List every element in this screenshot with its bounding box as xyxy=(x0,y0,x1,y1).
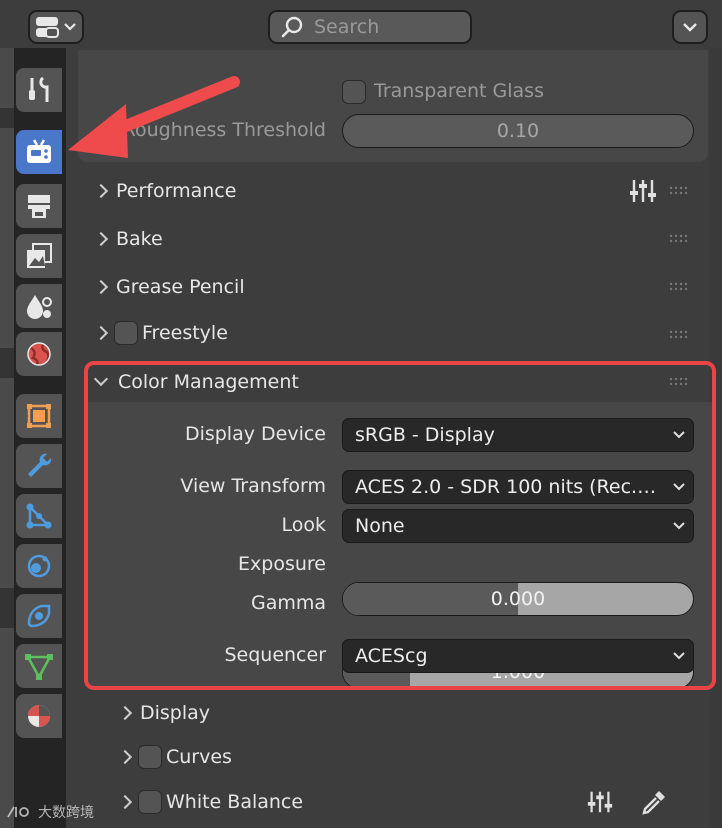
tab-object[interactable] xyxy=(16,394,62,438)
editor-type-button[interactable] xyxy=(28,10,84,44)
options-menu-button[interactable] xyxy=(672,10,708,44)
tab-tool[interactable] xyxy=(16,68,62,112)
annotation-arrow xyxy=(68,76,240,158)
subpanel-title-white-balance: White Balance xyxy=(166,791,304,813)
curves-checkbox[interactable] xyxy=(138,745,162,769)
transparent-glass-label: Transparent Glass xyxy=(374,80,544,102)
drag-grip-icon[interactable] xyxy=(669,234,691,244)
tab-constraints[interactable] xyxy=(16,594,62,638)
panel-header-bake[interactable]: Bake xyxy=(93,226,654,252)
tab-physics[interactable] xyxy=(16,544,62,588)
roughness-threshold-value: 0.10 xyxy=(496,120,540,142)
tool-icon xyxy=(29,76,49,102)
subpanel-title-curves: Curves xyxy=(166,746,232,768)
presets-icon[interactable] xyxy=(628,178,658,204)
drag-grip-icon[interactable] xyxy=(669,330,691,340)
output-icon xyxy=(28,195,50,218)
subpanel-title-display: Display xyxy=(140,702,211,724)
world-icon xyxy=(27,342,51,366)
chevron-right-icon xyxy=(93,325,109,341)
chevron-right-icon xyxy=(117,749,133,765)
mesh-data-icon xyxy=(25,654,53,680)
watermark-text: 大数跨境 xyxy=(38,805,94,821)
search-placeholder: Search xyxy=(314,16,380,38)
panel-title-freestyle: Freestyle xyxy=(142,322,228,344)
white-balance-presets-icon[interactable] xyxy=(586,789,614,815)
transparent-glass-checkbox[interactable] xyxy=(342,80,366,104)
watermark: 大数跨境 xyxy=(6,802,94,822)
chevron-right-icon xyxy=(93,183,109,199)
scene-icon xyxy=(27,295,52,319)
roughness-threshold-slider[interactable]: 0.10 xyxy=(342,114,694,148)
physics-icon xyxy=(27,554,51,578)
panel-title-performance: Performance xyxy=(116,180,237,202)
drag-grip-icon[interactable] xyxy=(669,282,691,292)
particles-icon xyxy=(26,503,52,529)
white-balance-checkbox[interactable] xyxy=(138,790,162,814)
drag-grip-icon[interactable] xyxy=(669,186,691,196)
panel-header-performance[interactable]: Performance xyxy=(93,178,704,204)
constraints-icon xyxy=(27,604,51,628)
tab-material[interactable] xyxy=(16,694,62,738)
watermark-logo xyxy=(7,806,29,818)
properties-tab-bar xyxy=(14,48,66,828)
tab-scene[interactable] xyxy=(16,284,62,328)
subpanel-header-white-balance[interactable]: White Balance xyxy=(117,789,558,815)
panel-header-freestyle[interactable]: Freestyle xyxy=(93,320,654,346)
panel-title-grease-pencil: Grease Pencil xyxy=(116,276,245,298)
chevron-right-icon xyxy=(117,705,133,721)
chevron-down-icon xyxy=(683,23,697,32)
tab-modifiers[interactable] xyxy=(16,444,62,488)
panel-header-grease-pencil[interactable]: Grease Pencil xyxy=(93,274,654,300)
eyedropper-icon[interactable] xyxy=(640,788,668,816)
chevron-right-icon xyxy=(93,279,109,295)
subpanel-header-curves[interactable]: Curves xyxy=(117,744,558,770)
subpanel-header-display[interactable]: Display xyxy=(117,700,558,726)
view-layer-icon xyxy=(27,243,52,268)
editor-type-icon xyxy=(36,17,76,38)
freestyle-checkbox[interactable] xyxy=(114,321,138,345)
tab-world[interactable] xyxy=(16,332,62,376)
chevron-right-icon xyxy=(93,231,109,247)
search-icon xyxy=(281,16,303,38)
object-icon xyxy=(27,404,51,428)
chevron-right-icon xyxy=(117,794,133,810)
render-icon xyxy=(27,139,51,163)
adjacent-editor-edge xyxy=(0,48,14,828)
annotation-highlight-box xyxy=(84,361,716,690)
panel-title-bake: Bake xyxy=(116,228,163,250)
material-icon xyxy=(28,705,50,727)
tab-particles[interactable] xyxy=(16,494,62,538)
tab-data[interactable] xyxy=(16,644,62,688)
wrench-icon xyxy=(28,453,52,477)
tab-view-layer[interactable] xyxy=(16,234,62,278)
search-input[interactable]: Search xyxy=(268,10,472,44)
tab-render[interactable] xyxy=(16,130,62,174)
tab-output[interactable] xyxy=(16,184,62,228)
